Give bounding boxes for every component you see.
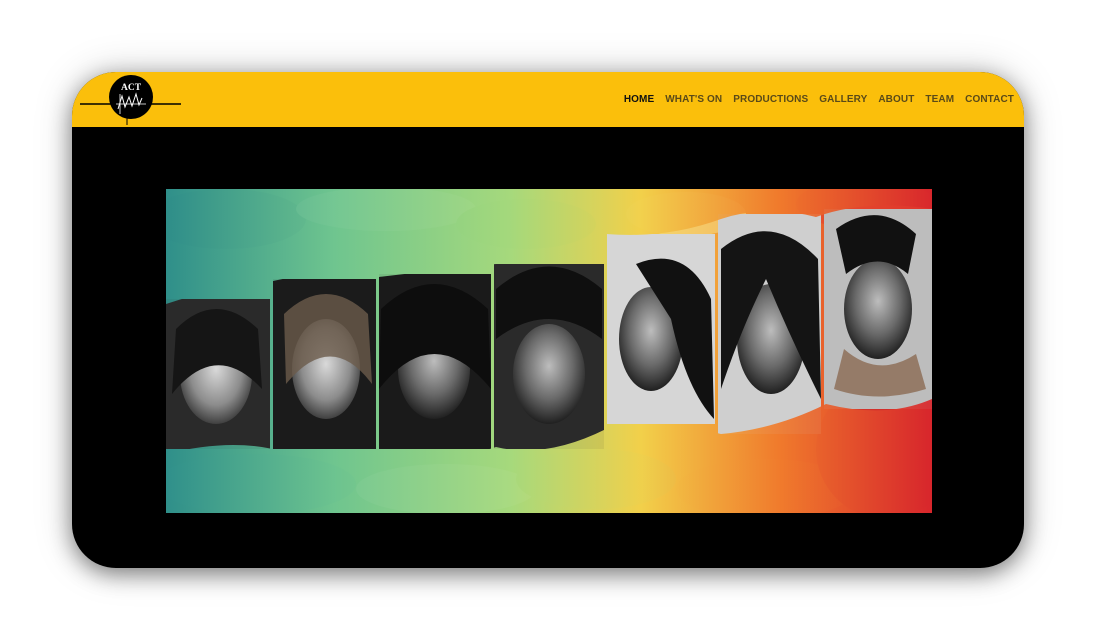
- nav-contact[interactable]: CONTACT: [965, 94, 1014, 105]
- nav-home[interactable]: HOME: [624, 94, 654, 105]
- nav-about[interactable]: ABOUT: [878, 94, 914, 105]
- act-logo-icon: ACT: [80, 75, 181, 125]
- nav-whats-on[interactable]: WHAT'S ON: [665, 94, 722, 105]
- cast-portraits-banner: [166, 189, 932, 513]
- main-nav: HOME WHAT'S ON PRODUCTIONS GALLERY ABOUT…: [613, 72, 1014, 127]
- nav-gallery[interactable]: GALLERY: [819, 94, 867, 105]
- hero-banner: [166, 189, 932, 513]
- logo-text: ACT: [121, 83, 142, 93]
- page-frame: ACT HOME WHAT'S ON PRODUCTIONS GALLERY A…: [72, 72, 1024, 568]
- nav-productions[interactable]: PRODUCTIONS: [733, 94, 808, 105]
- nav-team[interactable]: TEAM: [925, 94, 954, 105]
- site-header: ACT HOME WHAT'S ON PRODUCTIONS GALLERY A…: [72, 72, 1024, 127]
- act-logo[interactable]: ACT: [80, 72, 184, 127]
